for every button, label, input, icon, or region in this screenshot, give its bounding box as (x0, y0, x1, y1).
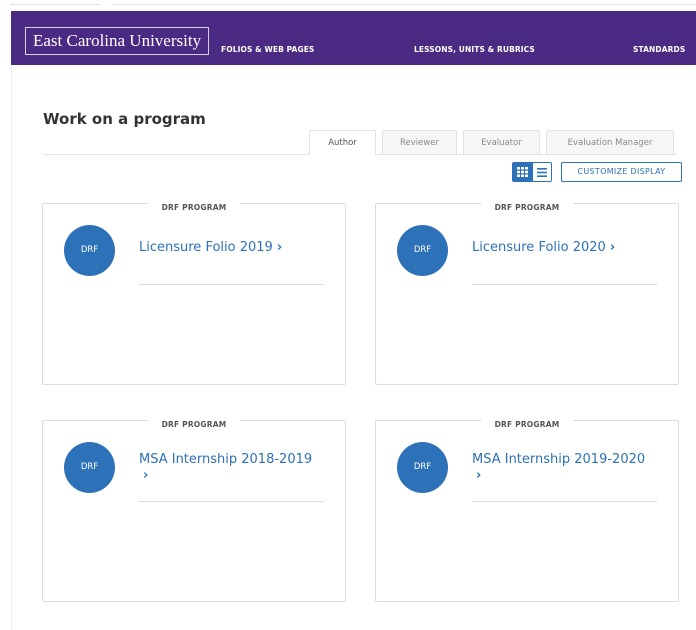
card-divider (139, 284, 324, 285)
program-name[interactable]: MSA Internship 2018-2019 (139, 452, 312, 467)
chevron-right-icon[interactable]: › (143, 468, 148, 483)
program-avatar: DRF (397, 225, 448, 276)
card-divider (472, 501, 657, 502)
program-type-label: DRF PROGRAM (480, 420, 574, 429)
top-strip-segment (10, 0, 100, 5)
program-card[interactable]: DRF PROGRAM DRF MSA Internship 2018-2019… (42, 420, 346, 602)
tab-author[interactable]: Author (309, 130, 376, 155)
tab-evaluation-manager[interactable]: Evaluation Manager (546, 130, 674, 154)
list-icon (537, 167, 547, 177)
tabs-divider (376, 154, 676, 155)
card-divider (139, 501, 324, 502)
tab-reviewer[interactable]: Reviewer (382, 130, 457, 154)
nav-folios-web-pages[interactable]: FOLIOS & WEB PAGES (221, 45, 314, 54)
grid-view-button[interactable] (512, 162, 532, 182)
program-avatar: DRF (397, 442, 448, 493)
page-title: Work on a program (43, 110, 206, 128)
program-name[interactable]: Licensure Folio 2019 (139, 240, 273, 255)
top-strip-segment (113, 0, 696, 5)
title-divider (43, 154, 310, 155)
program-name[interactable]: MSA Internship 2019-2020 (472, 452, 645, 467)
list-view-button[interactable] (532, 162, 552, 182)
program-card[interactable]: DRF PROGRAM DRF Licensure Folio 2020 › (375, 203, 679, 385)
tab-evaluator[interactable]: Evaluator (463, 130, 540, 154)
chevron-right-icon[interactable]: › (277, 240, 282, 255)
program-name[interactable]: Licensure Folio 2020 (472, 240, 606, 255)
program-type-label: DRF PROGRAM (147, 420, 241, 429)
program-link-msa-internship-2018-2019[interactable]: MSA Internship 2018-2019 › (139, 452, 321, 484)
card-divider (472, 284, 657, 285)
program-card[interactable]: DRF PROGRAM DRF Licensure Folio 2019 › (42, 203, 346, 385)
chevron-right-icon[interactable]: › (476, 468, 481, 483)
nav-standards[interactable]: STANDARDS (633, 45, 685, 54)
program-link-licensure-folio-2019[interactable]: Licensure Folio 2019 › (139, 240, 321, 256)
program-card[interactable]: DRF PROGRAM DRF MSA Internship 2019-2020… (375, 420, 679, 602)
university-logo[interactable]: East Carolina University (25, 27, 210, 55)
left-divider (11, 65, 12, 630)
site-header: East Carolina University FOLIOS & WEB PA… (11, 11, 696, 65)
program-link-msa-internship-2019-2020[interactable]: MSA Internship 2019-2020 › (472, 452, 654, 484)
program-avatar: DRF (64, 225, 115, 276)
program-avatar: DRF (64, 442, 115, 493)
program-type-label: DRF PROGRAM (480, 203, 574, 212)
nav-lessons-units-rubrics[interactable]: LESSONS, UNITS & RUBRICS (414, 45, 535, 54)
program-type-label: DRF PROGRAM (147, 203, 241, 212)
browser-top-strip (0, 0, 696, 11)
grid-icon (516, 167, 528, 177)
chevron-right-icon[interactable]: › (610, 240, 615, 255)
program-link-licensure-folio-2020[interactable]: Licensure Folio 2020 › (472, 240, 654, 256)
customize-display-button[interactable]: CUSTOMIZE DISPLAY (561, 162, 682, 182)
